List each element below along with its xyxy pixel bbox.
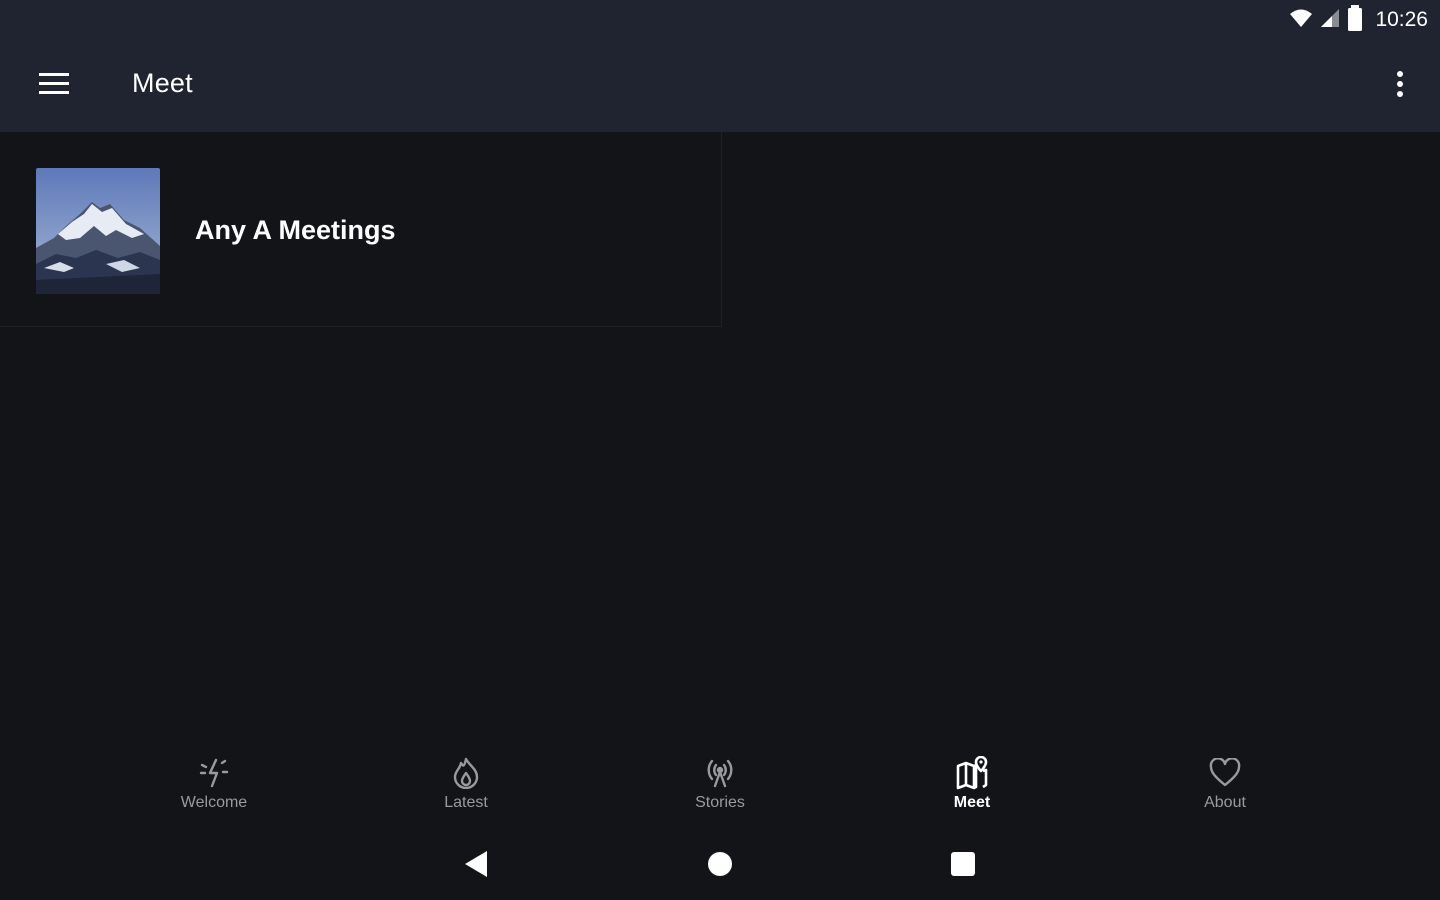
recents-button[interactable]: [945, 848, 981, 884]
wifi-icon: [1289, 7, 1313, 34]
nav-label-about: About: [1204, 794, 1246, 811]
signal-icon: [1319, 7, 1341, 34]
battery-icon: [1347, 4, 1363, 36]
nav-item-meet[interactable]: Meet: [902, 756, 1042, 826]
page-title: Meet: [132, 68, 193, 98]
mountain-thumbnail: [36, 168, 160, 294]
app-bar: Meet: [0, 40, 1440, 132]
map-pin-icon: [955, 756, 989, 790]
status-bar: 10:26: [0, 0, 1440, 40]
nav-item-latest[interactable]: Latest: [396, 756, 536, 826]
nav-item-welcome[interactable]: Welcome: [144, 756, 284, 826]
nav-item-stories[interactable]: Stories: [650, 756, 790, 826]
back-button[interactable]: [458, 848, 494, 884]
back-icon: [463, 850, 489, 883]
nav-label-welcome: Welcome: [180, 794, 248, 811]
overflow-menu-button[interactable]: [1380, 64, 1420, 108]
home-button[interactable]: [702, 848, 738, 884]
nav-label-stories: Stories: [695, 794, 745, 811]
nav-label-latest: Latest: [444, 794, 488, 811]
item-title: Any A Meetings: [195, 215, 396, 245]
home-icon: [707, 851, 733, 882]
menu-button[interactable]: [26, 62, 82, 110]
menu-icon: [39, 72, 69, 100]
system-navigation-bar: [0, 834, 1440, 894]
more-vert-icon: [1396, 70, 1404, 103]
sparkle-icon: [197, 756, 231, 790]
recents-icon: [950, 851, 976, 882]
status-icons: 10:26: [1289, 4, 1428, 36]
flame-icon: [449, 756, 483, 790]
nav-label-meet: Meet: [953, 794, 991, 811]
broadcast-icon: [703, 756, 737, 790]
bottom-navigation: Welcome Latest Stories Meet About: [0, 748, 1440, 828]
content-area: Any A Meetings: [0, 132, 1440, 732]
heart-icon: [1208, 756, 1242, 790]
nav-item-about[interactable]: About: [1155, 756, 1295, 826]
list-item[interactable]: Any A Meetings: [0, 132, 722, 327]
status-time: 10:26: [1375, 8, 1428, 31]
